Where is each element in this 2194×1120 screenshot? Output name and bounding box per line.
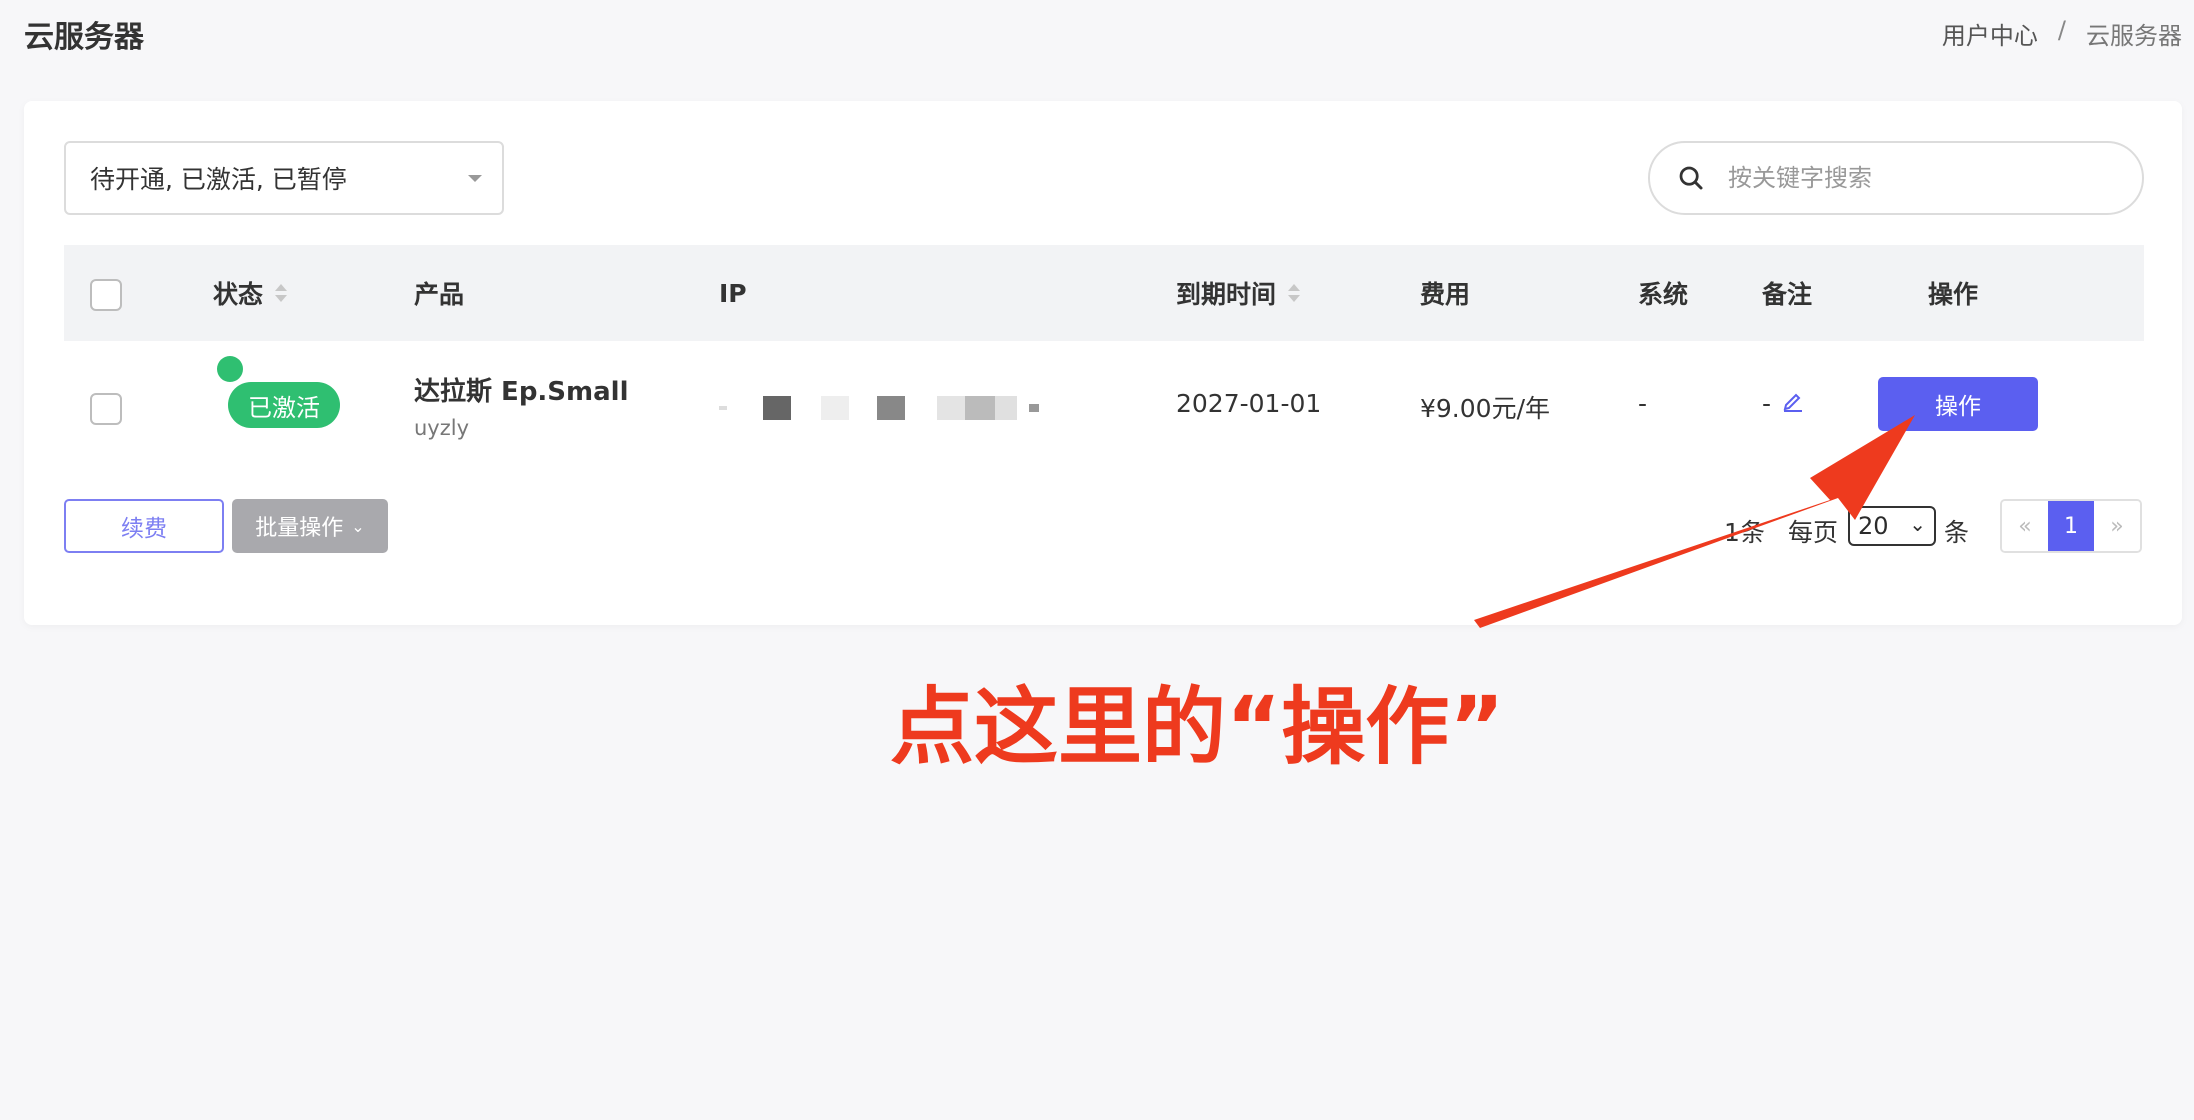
column-status[interactable]: 状态 [213,245,288,341]
column-status-label: 状态 [213,280,264,309]
column-expiry[interactable]: 到期时间 [1176,245,1301,341]
table-header: 状态 产品 IP 到期时间 费用 系统 备注 操作 [64,245,2144,341]
renew-button[interactable]: 续费 [64,499,224,553]
search-icon [1679,166,1703,190]
prev-page-button[interactable]: « [2002,501,2048,551]
annotation-text: 点这里的“操作” [890,678,1505,776]
column-ip: IP [719,278,747,308]
breadcrumb-separator: / [2057,16,2066,44]
status-badge: 已激活 [228,382,340,428]
product-hostname: uyzly [414,416,470,440]
search-box[interactable] [1648,141,2144,215]
next-page-button[interactable]: » [2094,501,2140,551]
sort-icon[interactable] [1288,284,1301,302]
chevron-down-icon: ⌄ [351,516,365,536]
breadcrumb-user-center[interactable]: 用户中心 [1942,16,2038,51]
status-dot [217,356,243,382]
select-all-checkbox[interactable] [90,279,122,311]
column-system: 系统 [1638,280,1689,309]
status-filter-value: 待开通, 已激活, 已暂停 [90,165,347,194]
column-expiry-label: 到期时间 [1176,280,1277,309]
column-product: 产品 [414,280,465,309]
per-page-unit: 条 [1944,518,1970,547]
sort-icon[interactable] [275,284,288,302]
search-input[interactable] [1728,164,2108,192]
caret-down-icon [468,175,482,182]
breadcrumb-current: 云服务器 [2086,22,2182,50]
product-name[interactable]: 达拉斯 Ep.Small [414,371,629,408]
status-filter-select[interactable]: 待开通, 已激活, 已暂停 [64,141,504,215]
expiry-date: 2027-01-01 [1176,389,1322,418]
page-1-button[interactable]: 1 [2048,501,2094,551]
column-note: 备注 [1762,280,1813,309]
page-title: 云服务器 [24,20,144,55]
pagination: « 1 » [2000,499,2142,553]
page: 云服务器 用户中心 / 云服务器 待开通, 已激活, 已暂停 状态 产品 IP [0,0,2194,1120]
batch-action-label: 批量操作 [255,516,344,541]
column-fee: 费用 [1420,280,1471,309]
batch-action-button[interactable]: 批量操作 ⌄ [232,499,388,553]
ip-address-redacted [719,396,1039,420]
breadcrumb: 用户中心 / 云服务器 [1942,16,2182,51]
annotation-arrow [1474,415,1915,628]
row-checkbox[interactable] [90,393,122,425]
column-actions: 操作 [1928,280,1979,309]
